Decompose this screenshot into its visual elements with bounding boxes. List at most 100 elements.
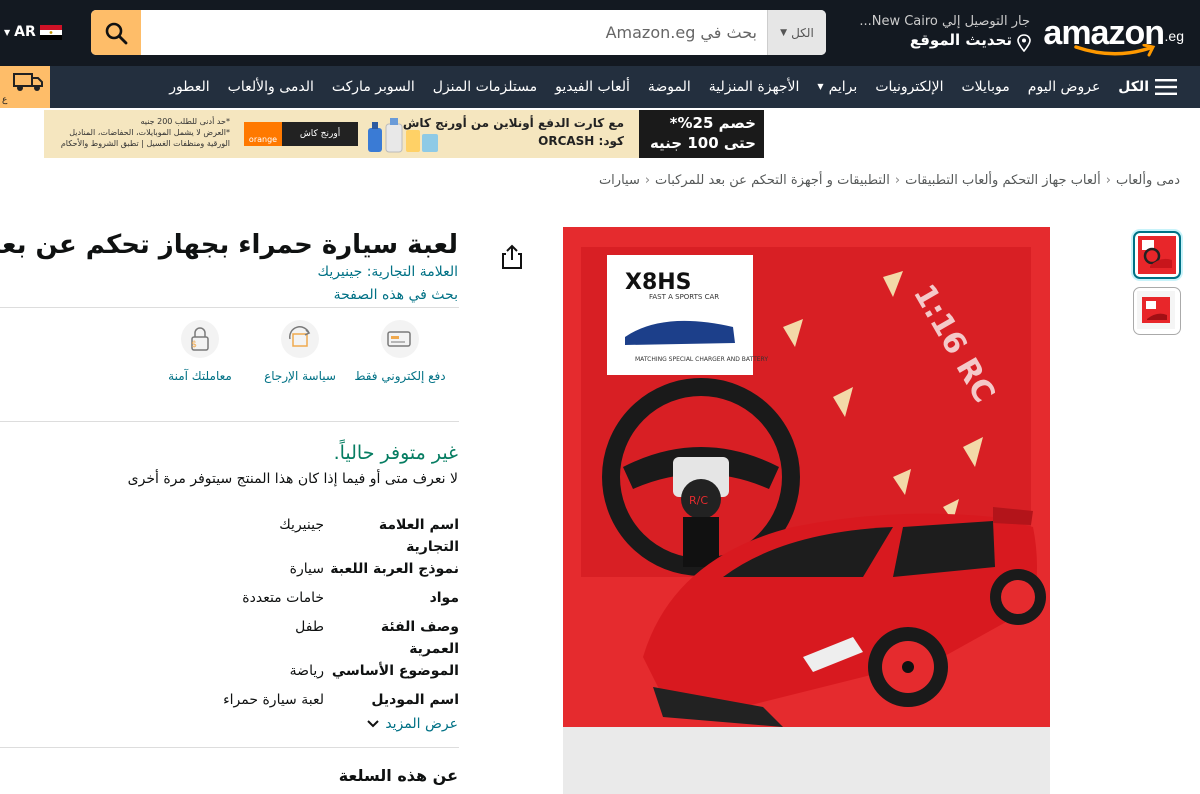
spec-value: خامات متعددة (242, 590, 324, 606)
nav-item-mobiles[interactable]: موبايلات (952, 66, 1018, 108)
deliver-to[interactable]: جار التوصيل إلي New Cairo... تحديث الموق… (845, 14, 1031, 54)
smile-arrow-icon (1074, 44, 1156, 57)
language-label: AR (14, 24, 36, 40)
spec-table: اسم العلامة التجارية جينيريك نموذج العربة… (0, 514, 459, 718)
caret-down-icon: ▼ (4, 27, 11, 37)
nav-item-video-games[interactable]: ألعاب الفيديو (546, 66, 639, 108)
spec-row: اسم العلامة التجارية جينيريك (0, 514, 459, 558)
spec-value: جينيريك (279, 517, 324, 533)
amazon-logo[interactable]: amazon .eg (1043, 14, 1184, 58)
feature-label: معاملتك آمنة (168, 369, 232, 383)
spec-value: لعبة سيارة حمراء (223, 692, 324, 708)
nav-item-supermarket[interactable]: السوبر ماركت (323, 66, 424, 108)
availability-status: غير متوفر حالياً. (333, 442, 458, 464)
deliver-line1: جار التوصيل إلي New Cairo... (859, 14, 1030, 29)
search-input[interactable] (141, 10, 767, 55)
rc-car-photo: 1:16 RC X8HS FAST A SPORTS CAR MATCHING … (563, 227, 1050, 794)
nav-promo-delivery[interactable]: ع (0, 66, 50, 108)
search-this-page-link[interactable]: بحث في هذه الصفحة (334, 287, 458, 303)
search-category-label: الكل (791, 25, 814, 40)
nav-item-appliances[interactable]: الأجهزة المنزلية (700, 66, 809, 108)
spec-key: وصف الفئة العمرية (380, 619, 459, 657)
spec-key: اسم الموديل (371, 692, 459, 708)
spec-key: مواد (429, 590, 459, 606)
logo-suffix: .eg (1164, 28, 1184, 44)
feature-label: سياسة الإرجاع (264, 369, 336, 383)
search-category-select[interactable]: ▼ الكل (767, 10, 826, 55)
breadcrumb-item[interactable]: دمى وألعاب (1116, 173, 1180, 188)
spec-key: نموذج العربة اللعبة (330, 561, 459, 577)
discount-line1: خصم 25%* (669, 114, 756, 132)
divider (0, 747, 459, 748)
nav-item-perfumes[interactable]: العطور (160, 66, 218, 108)
promo-banner[interactable]: خصم 25%* حتى 100 جنيه مع كارت الدفع أونل… (44, 110, 764, 158)
search-button[interactable] (91, 10, 141, 55)
location-pin-icon (1017, 34, 1031, 52)
feature-electronic-payment[interactable]: دفع إلكتروني فقط (350, 320, 450, 385)
spec-row: نموذج العربة اللعبة سيارة (0, 558, 459, 587)
brand-link[interactable]: العلامة التجارية: جينيريك (318, 264, 458, 280)
thumbnail-1[interactable] (1133, 231, 1181, 279)
nav-item-prime[interactable]: برايم ▼ (808, 66, 866, 108)
discount-line2: حتى 100 جنيه (649, 134, 756, 152)
nav-item-fashion[interactable]: الموضة (639, 66, 700, 108)
breadcrumb: دمى وألعاب ‹ ألعاب جهاز التحكم وألعاب التط… (599, 173, 1180, 188)
orange-logo: orange (244, 122, 282, 146)
nav-item-electronics[interactable]: الإلكترونيات (866, 66, 952, 108)
deliver-line2: تحديث الموقع (909, 31, 1012, 49)
box-brand-text: X8HS (625, 270, 692, 295)
egypt-flag-icon (39, 24, 62, 40)
share-icon[interactable] (500, 244, 524, 270)
image-thumbnails (1133, 231, 1183, 343)
chevron-down-icon: ▼ (780, 27, 788, 38)
spec-key: اسم العلامة التجارية (378, 517, 459, 555)
fine-print-line1: *حد أدنى للطلب 200 جنيه (140, 117, 231, 126)
orange-cash-logo: orange أورنج كاش (244, 122, 358, 146)
show-more-label: عرض المزيد (385, 716, 458, 732)
discount-box: خصم 25%* حتى 100 جنيه (639, 110, 764, 158)
hamburger-icon (1155, 79, 1177, 95)
spec-row: وصف الفئة العمرية طفل (0, 616, 459, 660)
breadcrumb-separator: ‹ (1105, 173, 1111, 188)
nav-item-home[interactable]: مستلزمات المنزل (424, 66, 546, 108)
nav-all-menu[interactable]: الكل (1109, 66, 1186, 108)
about-item-heading: عن هذه السلعة (338, 766, 458, 785)
spec-row: اسم الموديل لعبة سيارة حمراء (0, 689, 459, 718)
spec-row: الموضوع الأساسي رياضة (0, 660, 459, 689)
nav-item-deals[interactable]: عروض اليوم (1019, 66, 1110, 108)
breadcrumb-item[interactable]: ألعاب جهاز التحكم وألعاب التطبيقات (905, 173, 1101, 188)
breadcrumb-item[interactable]: سيارات (599, 173, 640, 188)
search-icon (105, 22, 128, 44)
svg-text:ع: ع (2, 95, 8, 105)
chevron-down-icon (367, 720, 380, 728)
breadcrumb-separator: ‹ (644, 173, 651, 188)
feature-secure-transaction[interactable]: $ معاملتك آمنة (150, 320, 250, 385)
show-more-link[interactable]: عرض المزيد (367, 716, 458, 732)
feature-return-policy[interactable]: سياسة الإرجاع (250, 320, 350, 385)
caret-down-icon: ▼ (817, 82, 824, 91)
nav-item-toys[interactable]: الدمى والألعاب (219, 66, 323, 108)
thumbnail-2[interactable] (1133, 287, 1181, 335)
fine-print-line2: *العرض لا يشمل الموبايلات، الحفاضات، الم… (60, 128, 230, 148)
card-icon (381, 320, 419, 358)
orange-cash-label: أورنج كاش (299, 129, 341, 139)
availability-note: لا نعرف متى أو فيما إذا كان هذا المنتج س… (127, 471, 458, 487)
svg-text:R/C: R/C (689, 494, 708, 507)
spec-row: مواد خامات متعددة (0, 587, 459, 616)
spec-key: الموضوع الأساسي (331, 663, 459, 679)
main-product-image[interactable]: 1:16 RC X8HS FAST A SPORTS CAR MATCHING … (563, 227, 1050, 794)
box-sub-text: FAST A SPORTS CAR (649, 293, 719, 301)
feature-icons: دفع إلكتروني فقط سياسة الإرجاع $ معاملتك… (0, 320, 459, 410)
delivery-truck-icon: ع (2, 73, 43, 105)
divider (0, 307, 459, 308)
search-bar: ▼ الكل (91, 10, 826, 55)
fine-print: *حد أدنى للطلب 200 جنيه *العرض لا يشمل ا… (60, 116, 230, 149)
spec-value: سيارة (289, 561, 324, 577)
top-header: amazon .eg جار التوصيل إلي New Cairo... … (0, 0, 1200, 66)
nav-item-prime-label: برايم (828, 79, 858, 95)
language-selector[interactable]: ▼ AR (4, 24, 62, 40)
nav-items: الكل عروض اليوم موبايلات الإلكترونيات بر… (160, 66, 1186, 108)
breadcrumb-item[interactable]: التطبيقات و أجهزة التحكم عن بعد للمركبات (655, 173, 890, 188)
divider (0, 421, 459, 422)
svg-text:$: $ (191, 340, 197, 350)
